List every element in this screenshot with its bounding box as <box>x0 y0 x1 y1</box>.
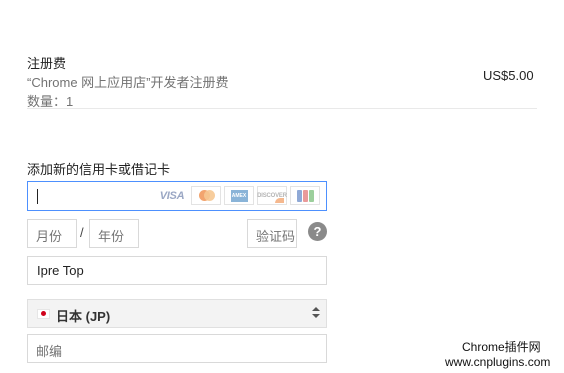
japan-flag-icon <box>37 309 50 319</box>
card-logos: VISA AMEX DISCOVER <box>156 186 320 205</box>
postal-code-placeholder: 邮编 <box>36 344 63 359</box>
order-item-title: 注册费 <box>27 56 67 71</box>
cardholder-name-value: Ipre Top <box>37 263 84 278</box>
expiry-month-placeholder: 月份 <box>36 229 63 244</box>
cvc-placeholder: 验证码 <box>256 229 296 244</box>
select-arrows-icon <box>312 306 320 320</box>
divider <box>27 108 537 109</box>
order-item-description: “Chrome 网上应用店”开发者注册费 <box>27 75 229 90</box>
discover-logo-icon: DISCOVER <box>257 186 287 205</box>
country-select[interactable]: 日本 (JP) <box>27 299 327 328</box>
add-card-label: 添加新的信用卡或借记卡 <box>27 162 171 177</box>
expiry-year-input[interactable]: 年份 <box>89 219 139 248</box>
watermark-url: www.cnplugins.com <box>445 355 551 369</box>
visa-logo-icon: VISA <box>156 186 188 205</box>
mastercard-logo-icon <box>191 186 221 205</box>
cvc-input[interactable]: 验证码 <box>247 219 297 248</box>
expiry-month-input[interactable]: 月份 <box>27 219 77 248</box>
amex-logo-icon: AMEX <box>224 186 254 205</box>
text-caret <box>37 189 38 204</box>
country-selected-value: 日本 (JP) <box>56 309 111 324</box>
expiry-separator: / <box>80 225 84 240</box>
card-number-input[interactable]: VISA AMEX DISCOVER <box>27 181 327 211</box>
order-item-price: US$5.00 <box>483 68 534 83</box>
jcb-logo-icon <box>290 186 320 205</box>
expiry-year-placeholder: 年份 <box>98 229 125 244</box>
help-icon[interactable]: ? <box>308 222 327 241</box>
cardholder-name-input[interactable]: Ipre Top <box>27 256 327 285</box>
watermark-title: Chrome插件网 <box>462 340 541 354</box>
postal-code-input[interactable]: 邮编 <box>27 334 327 363</box>
